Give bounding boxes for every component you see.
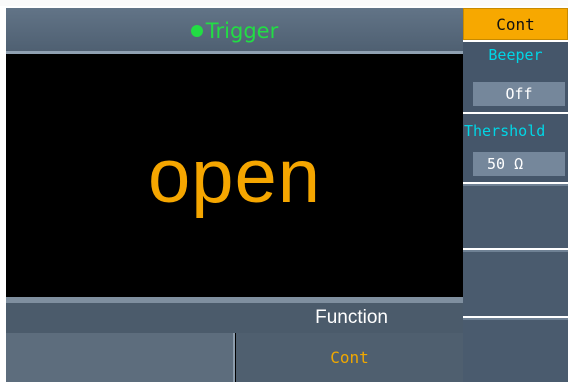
title-container: Trigger xyxy=(6,8,463,54)
function-button-empty[interactable] xyxy=(6,333,235,382)
status-area: open xyxy=(6,56,463,297)
page-title: Trigger xyxy=(205,19,279,43)
trigger-indicator-icon xyxy=(190,25,203,37)
function-button-cont[interactable]: Cont xyxy=(236,333,463,382)
threshold-label: Thershold xyxy=(464,122,546,140)
title-bar: Trigger xyxy=(6,8,463,54)
softkey-empty-5[interactable] xyxy=(463,250,568,316)
softkey-beeper[interactable]: Beeper Off xyxy=(463,42,568,112)
function-label: Function xyxy=(315,307,388,328)
beeper-value: Off xyxy=(473,82,565,106)
softkey-threshold[interactable]: Thershold 50 Ω xyxy=(463,114,568,182)
continuity-status-text: open xyxy=(147,134,322,219)
top-strip xyxy=(0,0,568,6)
function-bar: Function xyxy=(6,303,463,333)
beeper-label: Beeper xyxy=(488,46,543,64)
softkey-empty-6[interactable] xyxy=(463,318,568,382)
softkey-empty-4[interactable] xyxy=(463,184,568,248)
softkey-cont[interactable]: Cont xyxy=(463,8,568,40)
threshold-value: 50 Ω xyxy=(473,152,565,176)
